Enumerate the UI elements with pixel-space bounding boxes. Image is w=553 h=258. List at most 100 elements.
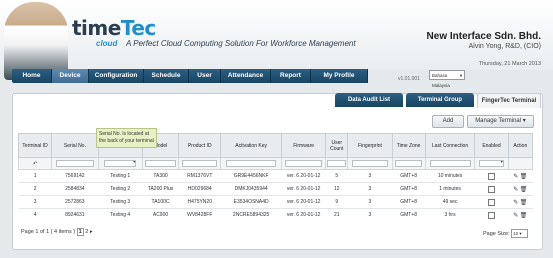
col-fingerprint[interactable]: Fingerprint: [347, 133, 393, 158]
add-button[interactable]: Add: [432, 115, 464, 128]
tab-data-audit-list[interactable]: Data Audit List: [335, 93, 403, 107]
cell-fw: ver. 6 20-01-12: [281, 208, 326, 221]
cell-action: ✎ 🗑: [508, 195, 533, 209]
col-product-id[interactable]: Product ID: [178, 133, 222, 158]
page-2[interactable]: 2: [85, 229, 88, 235]
cell-pid: HD029684: [178, 182, 221, 196]
nav-configuration[interactable]: Configuration: [89, 69, 144, 83]
col-enabled[interactable]: Enabled: [474, 133, 509, 158]
filter-serial[interactable]: [55, 160, 95, 167]
cell-desc: Testing 2: [98, 182, 143, 196]
edit-icon[interactable]: ✎: [513, 187, 518, 193]
tab-terminal-group[interactable]: Terminal Group: [406, 93, 474, 107]
delete-icon[interactable]: 🗑: [520, 213, 528, 219]
filter-refresh-icon[interactable]: ↶: [17, 157, 53, 170]
page-size-select[interactable]: 10 ▾: [511, 229, 529, 238]
tagline: A Perfect Cloud Computing Solution For W…: [126, 39, 356, 48]
cell-key: 2NCRE5894325: [220, 208, 282, 221]
table-row[interactable]: 4 8924631 Testing 4 AC900 WV8428FF 2NCRE58943…: [18, 208, 533, 221]
cell-tid: 1: [18, 169, 52, 183]
filter-model[interactable]: [145, 160, 176, 167]
filter-activation-key[interactable]: [226, 160, 277, 167]
cell-desc: Testing 4: [98, 208, 143, 221]
filter-last-connection[interactable]: [429, 160, 471, 167]
version: v1.01.001: [398, 76, 420, 82]
language-select[interactable]: Bahasa Malaysia ▼: [429, 70, 465, 88]
cell-model: TA300: [142, 169, 179, 183]
cell-fp: 3: [347, 182, 393, 196]
delete-icon[interactable]: 🗑: [520, 187, 528, 193]
next-page-icon[interactable]: ▸: [90, 229, 93, 235]
cell-tid: 2: [18, 182, 52, 196]
cell-last: 49 sec: [425, 195, 475, 209]
nav-home[interactable]: Home: [12, 69, 52, 83]
enabled-checkbox[interactable]: [488, 198, 495, 206]
table-row[interactable]: 3 2572863 Testing 3 TA100C H475YN20 E3534OSNA…: [18, 195, 533, 209]
main-nav: Home Device Configuration Schedule User …: [12, 69, 368, 83]
cell-tz: GMT+8: [392, 182, 426, 196]
tab-fingertec-terminal[interactable]: FingerTec Terminal: [477, 93, 541, 108]
delete-icon[interactable]: 🗑: [520, 174, 528, 180]
col-firmware[interactable]: Firmware: [281, 133, 327, 158]
enabled-checkbox[interactable]: [488, 185, 495, 193]
cell-model: AC900: [142, 208, 179, 221]
cell-tid: 3: [18, 195, 52, 209]
table-row[interactable]: 2 2584834 Testing 2 TA200 Plus HD029684 DMKJ0…: [18, 182, 533, 196]
cell-pid: WV8428FF: [178, 208, 221, 221]
chevron-down-icon: ▾: [522, 118, 526, 124]
col-time-zone[interactable]: Time Zone: [391, 133, 426, 158]
current-date: Thursday, 21 March 2013: [478, 61, 541, 67]
filter-firmware[interactable]: [285, 160, 322, 167]
user-info: Alvin Yong, R&D, (CIO): [468, 43, 541, 50]
table-row[interactable]: 1 7569142 Testing 1 TA300 RM1376VT GR9E4456NK…: [18, 169, 533, 183]
enabled-checkbox[interactable]: [488, 211, 495, 219]
cell-action: ✎ 🗑: [508, 169, 533, 183]
cell-serial: 8924631: [51, 208, 99, 221]
enabled-checkbox[interactable]: [488, 172, 495, 180]
cell-key: DMKJ0435944: [220, 182, 282, 196]
cell-users: 21: [325, 208, 348, 221]
serial-tooltip: Serial No. is located at the back of you…: [96, 128, 157, 148]
cell-pid: RM1376VT: [178, 169, 221, 183]
col-user-count[interactable]: User Count: [325, 133, 349, 158]
cell-enabled: [474, 208, 509, 221]
delete-icon[interactable]: 🗑: [520, 200, 528, 206]
nav-user[interactable]: User: [189, 69, 221, 83]
edit-icon[interactable]: ✎: [513, 200, 518, 206]
col-last-connection[interactable]: Last Connection: [424, 133, 476, 158]
nav-device[interactable]: Device: [52, 69, 89, 83]
cell-fp: 3: [347, 208, 393, 221]
nav-my-profile[interactable]: My Profile: [311, 69, 368, 83]
filter-fingerprint[interactable]: [351, 160, 389, 167]
cell-last: 3 hrs: [425, 208, 475, 221]
manage-terminal-button[interactable]: Manage Terminal ▾: [467, 115, 534, 128]
logo: timeTec: [72, 16, 156, 40]
nav-schedule[interactable]: Schedule: [144, 69, 189, 83]
filter-user-count[interactable]: [327, 160, 347, 167]
chevron-down-icon: ▼: [459, 73, 463, 78]
nav-report[interactable]: Report: [271, 69, 311, 83]
page-size-label: Page Size:: [483, 230, 510, 237]
filter-enabled[interactable]: [479, 159, 504, 167]
col-activation-key[interactable]: Activation Key: [220, 133, 283, 158]
cell-tz: GMT+8: [392, 208, 426, 221]
filter-product-id[interactable]: [182, 160, 218, 167]
edit-icon[interactable]: ✎: [513, 174, 518, 180]
col-serial-no[interactable]: Serial No.: [51, 133, 99, 158]
cell-desc: Testing 3: [98, 195, 143, 209]
col-terminal-id[interactable]: Terminal ID: [17, 133, 53, 158]
edit-icon[interactable]: ✎: [513, 213, 518, 219]
cell-fw: ver. 6 20-01-12: [281, 195, 326, 209]
cell-tz: GMT+8: [392, 169, 426, 183]
filter-description[interactable]: [104, 159, 137, 167]
cell-tid: 4: [18, 208, 52, 221]
nav-attendance[interactable]: Attendance: [221, 69, 271, 83]
cell-last: 1 minutes: [425, 182, 475, 196]
cell-desc: Testing 1: [98, 169, 143, 183]
company-name: New Interface Sdn. Bhd.: [426, 31, 541, 42]
cell-users: 12: [325, 182, 348, 196]
filter-time-zone[interactable]: [394, 160, 423, 167]
page-1[interactable]: 1: [76, 228, 84, 236]
page-size: Page Size: 10 ▾: [483, 229, 529, 238]
cell-model: TA200 Plus: [142, 182, 179, 196]
